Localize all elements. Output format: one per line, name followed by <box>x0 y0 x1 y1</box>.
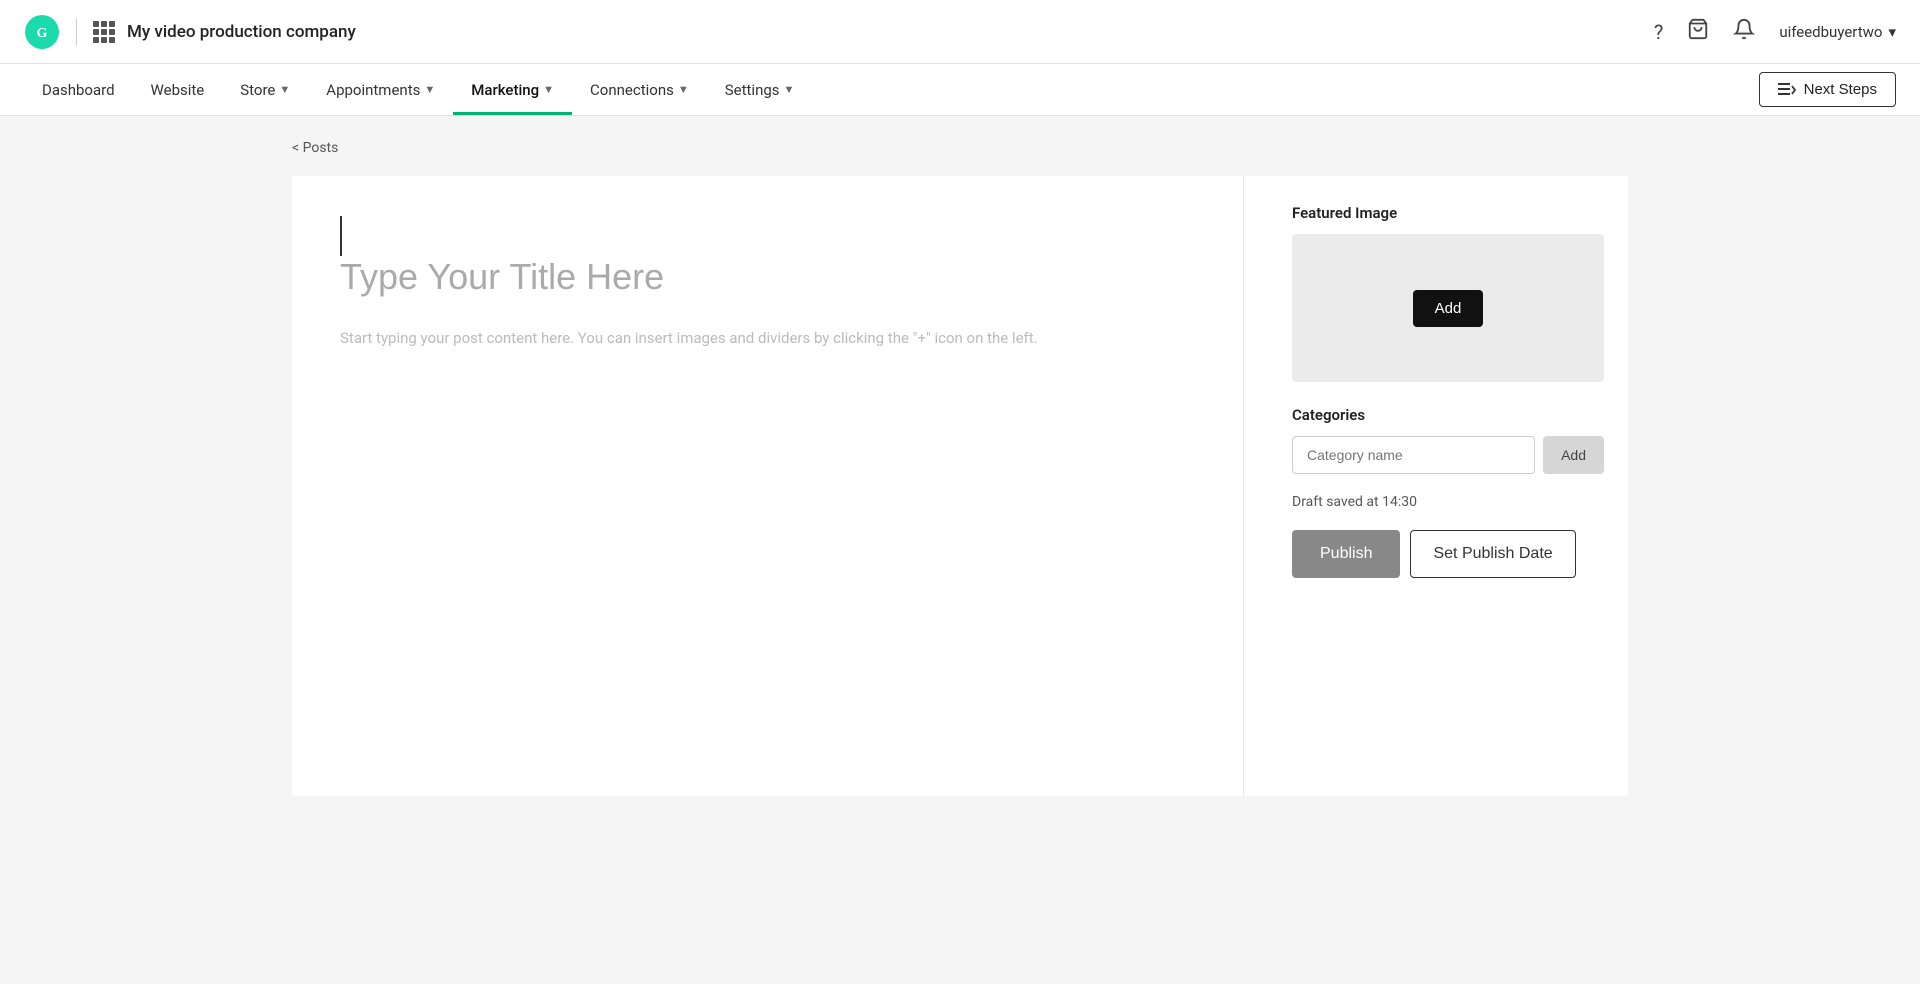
add-category-button[interactable]: Add <box>1543 436 1604 474</box>
editor-content-placeholder[interactable]: Start typing your post content here. You… <box>340 326 1195 352</box>
editor-layout: Start typing your post content here. You… <box>292 176 1628 796</box>
appointments-chevron-icon: ▼ <box>424 83 435 96</box>
cursor-indicator <box>340 216 342 256</box>
publish-row: Publish Set Publish Date <box>1292 530 1604 578</box>
bell-icon[interactable] <box>1733 18 1755 45</box>
topbar-right: ? uifeedbuyertwo ▾ <box>1654 18 1896 45</box>
help-icon[interactable]: ? <box>1654 20 1663 44</box>
cart-icon[interactable] <box>1687 18 1709 45</box>
nav-item-marketing[interactable]: Marketing ▼ <box>453 64 572 115</box>
featured-image-area: Add <box>1292 234 1604 382</box>
topbar-left: G My video production company <box>24 14 356 50</box>
nav-links: Dashboard Website Store ▼ Appointments ▼… <box>24 64 812 115</box>
user-chevron-icon: ▾ <box>1888 23 1896 41</box>
nav-item-connections[interactable]: Connections ▼ <box>572 64 707 115</box>
publish-button[interactable]: Publish <box>1292 530 1400 578</box>
godaddy-logo[interactable]: G <box>24 14 60 50</box>
godaddy-logo-icon: G <box>24 14 60 50</box>
store-chevron-icon: ▼ <box>279 83 290 96</box>
add-image-button[interactable]: Add <box>1413 290 1484 327</box>
categories-label: Categories <box>1292 406 1604 424</box>
title-area <box>340 216 1195 326</box>
user-menu[interactable]: uifeedbuyertwo ▾ <box>1779 23 1896 41</box>
back-to-posts-link[interactable]: < Posts <box>292 140 1628 156</box>
next-steps-icon <box>1778 83 1796 97</box>
topbar: G My video production company ? uifeedbu… <box>0 0 1920 64</box>
nav-item-appointments[interactable]: Appointments ▼ <box>308 64 453 115</box>
featured-image-label: Featured Image <box>1292 204 1604 222</box>
draft-status: Draft saved at 14:30 <box>1292 494 1604 510</box>
user-name: uifeedbuyertwo <box>1779 23 1882 41</box>
topbar-divider <box>76 18 77 46</box>
category-name-input[interactable] <box>1292 436 1535 474</box>
category-row: Add <box>1292 436 1604 474</box>
grid-menu-icon[interactable] <box>93 21 115 43</box>
nav-item-settings[interactable]: Settings ▼ <box>707 64 813 115</box>
settings-chevron-icon: ▼ <box>784 83 795 96</box>
marketing-chevron-icon: ▼ <box>543 83 554 96</box>
svg-text:G: G <box>37 26 48 41</box>
sidebar-panel: Featured Image Add Categories Add Draft … <box>1268 176 1628 796</box>
editor-panel: Start typing your post content here. You… <box>292 176 1244 796</box>
nav-item-website[interactable]: Website <box>133 64 223 115</box>
next-steps-button[interactable]: Next Steps <box>1759 72 1896 107</box>
post-title-input[interactable] <box>340 256 1195 298</box>
navbar: Dashboard Website Store ▼ Appointments ▼… <box>0 64 1920 116</box>
main-content: < Posts Start typing your post content h… <box>260 116 1660 820</box>
company-name: My video production company <box>127 22 356 42</box>
set-publish-date-button[interactable]: Set Publish Date <box>1410 530 1575 578</box>
nav-item-dashboard[interactable]: Dashboard <box>24 64 133 115</box>
nav-item-store[interactable]: Store ▼ <box>222 64 308 115</box>
connections-chevron-icon: ▼ <box>678 83 689 96</box>
